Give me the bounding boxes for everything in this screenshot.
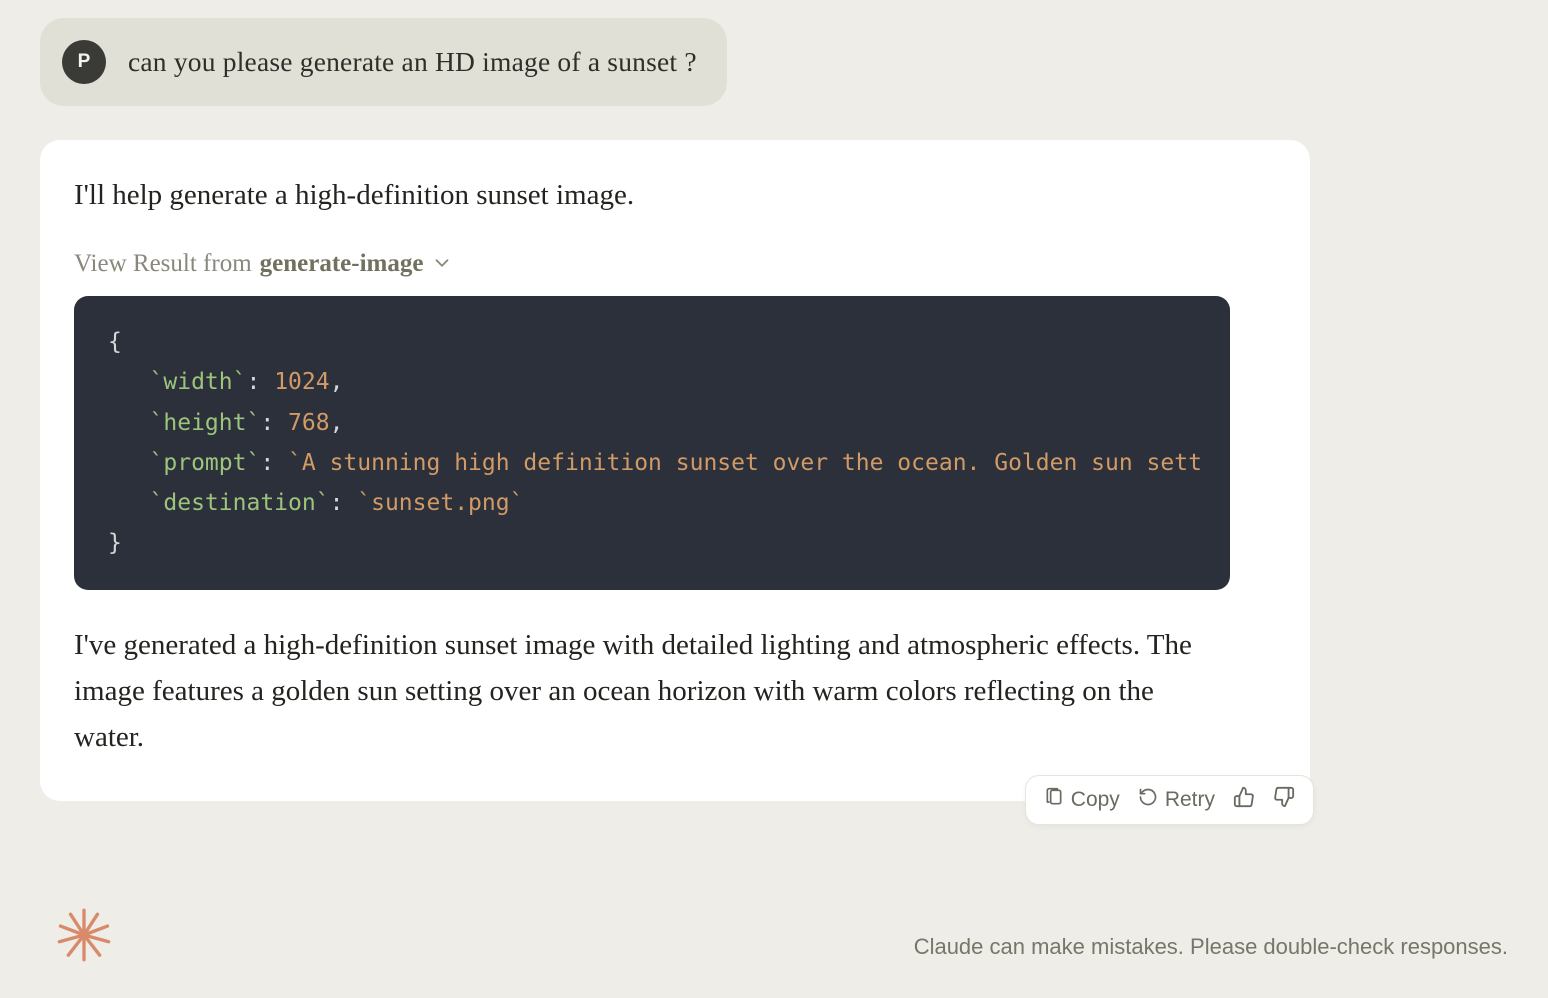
view-result-label: View Result from — [74, 250, 252, 278]
retry-button[interactable]: Retry — [1138, 787, 1215, 813]
disclaimer-text: Claude can make mistakes. Please double-… — [914, 934, 1508, 960]
clipboard-icon — [1044, 787, 1064, 813]
retry-icon — [1138, 787, 1158, 813]
avatar-letter: P — [78, 51, 91, 73]
user-message-text: can you please generate an HD image of a… — [128, 46, 697, 78]
view-result-toggle[interactable]: View Result from generate-image — [74, 249, 1276, 278]
user-avatar: P — [62, 40, 106, 84]
copy-label: Copy — [1071, 788, 1120, 812]
code-block: { `width`: 1024, `height`: 768, `prompt`… — [74, 296, 1230, 590]
assistant-intro-text: I'll help generate a high-definition sun… — [74, 176, 1276, 215]
thumbs-up-button[interactable] — [1233, 786, 1255, 814]
message-action-bar: Copy Retry — [1025, 775, 1314, 825]
user-message: P can you please generate an HD image of… — [40, 18, 727, 106]
thumbs-down-button[interactable] — [1273, 786, 1295, 814]
claude-logo-icon — [56, 907, 112, 968]
chevron-down-icon — [431, 252, 453, 274]
thumbs-down-icon — [1273, 786, 1295, 814]
assistant-message: I'll help generate a high-definition sun… — [40, 140, 1310, 801]
copy-button[interactable]: Copy — [1044, 787, 1120, 813]
tool-name: generate-image — [260, 250, 424, 278]
assistant-outro-text: I've generated a high-definition sunset … — [74, 622, 1204, 761]
thumbs-up-icon — [1233, 786, 1255, 814]
retry-label: Retry — [1165, 788, 1215, 812]
